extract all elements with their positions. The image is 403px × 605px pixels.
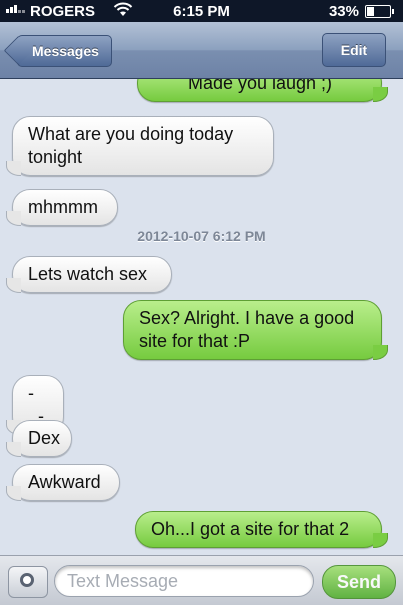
edit-button[interactable]: Edit — [322, 33, 386, 67]
message-text: Awkward — [28, 472, 101, 492]
message-bubble-sent: Oh...I got a site for that 2 — [135, 511, 388, 548]
status-bar: ROGERS 6:15 PM 33% — [0, 0, 403, 22]
message-timestamp: 2012-10-07 6:12 PM — [137, 228, 266, 244]
message-text: mhmmm — [28, 197, 98, 217]
battery-icon — [365, 5, 394, 18]
message-text: Made you laugh ;) — [187, 79, 333, 93]
message-thread[interactable]: Made you laugh ;) What are you doing tod… — [0, 79, 403, 555]
message-text: Lets watch sex — [28, 264, 148, 284]
message-input-bar: Send — [0, 555, 403, 605]
send-button[interactable]: Send — [322, 565, 396, 599]
camera-button[interactable] — [8, 566, 48, 598]
text-message-input[interactable] — [54, 565, 314, 597]
navigation-bar: Messages Edit — [0, 22, 403, 79]
camera-icon — [20, 573, 34, 587]
message-bubble-received: Awkward — [6, 464, 120, 501]
message-bubble-sent: Made you laugh ;) — [137, 79, 388, 102]
message-bubble-received: Lets watch sex — [6, 256, 172, 293]
message-text: Sex? Alright. I have a good site for tha… — [139, 308, 355, 351]
message-text: Oh...I got a site for that 2 — [151, 519, 350, 539]
message-bubble-received: What are you doing today tonight — [6, 116, 274, 176]
message-bubble-received: mhmmm — [6, 189, 118, 226]
battery-percent: 33% — [328, 3, 359, 20]
message-bubble-received: Dex — [6, 420, 72, 457]
messages-back-button[interactable]: Messages — [17, 35, 112, 67]
message-bubble-sent: Sex? Alright. I have a good site for tha… — [123, 300, 388, 360]
message-text: What are you doing today tonight — [28, 124, 234, 167]
message-text: Dex — [28, 428, 61, 448]
